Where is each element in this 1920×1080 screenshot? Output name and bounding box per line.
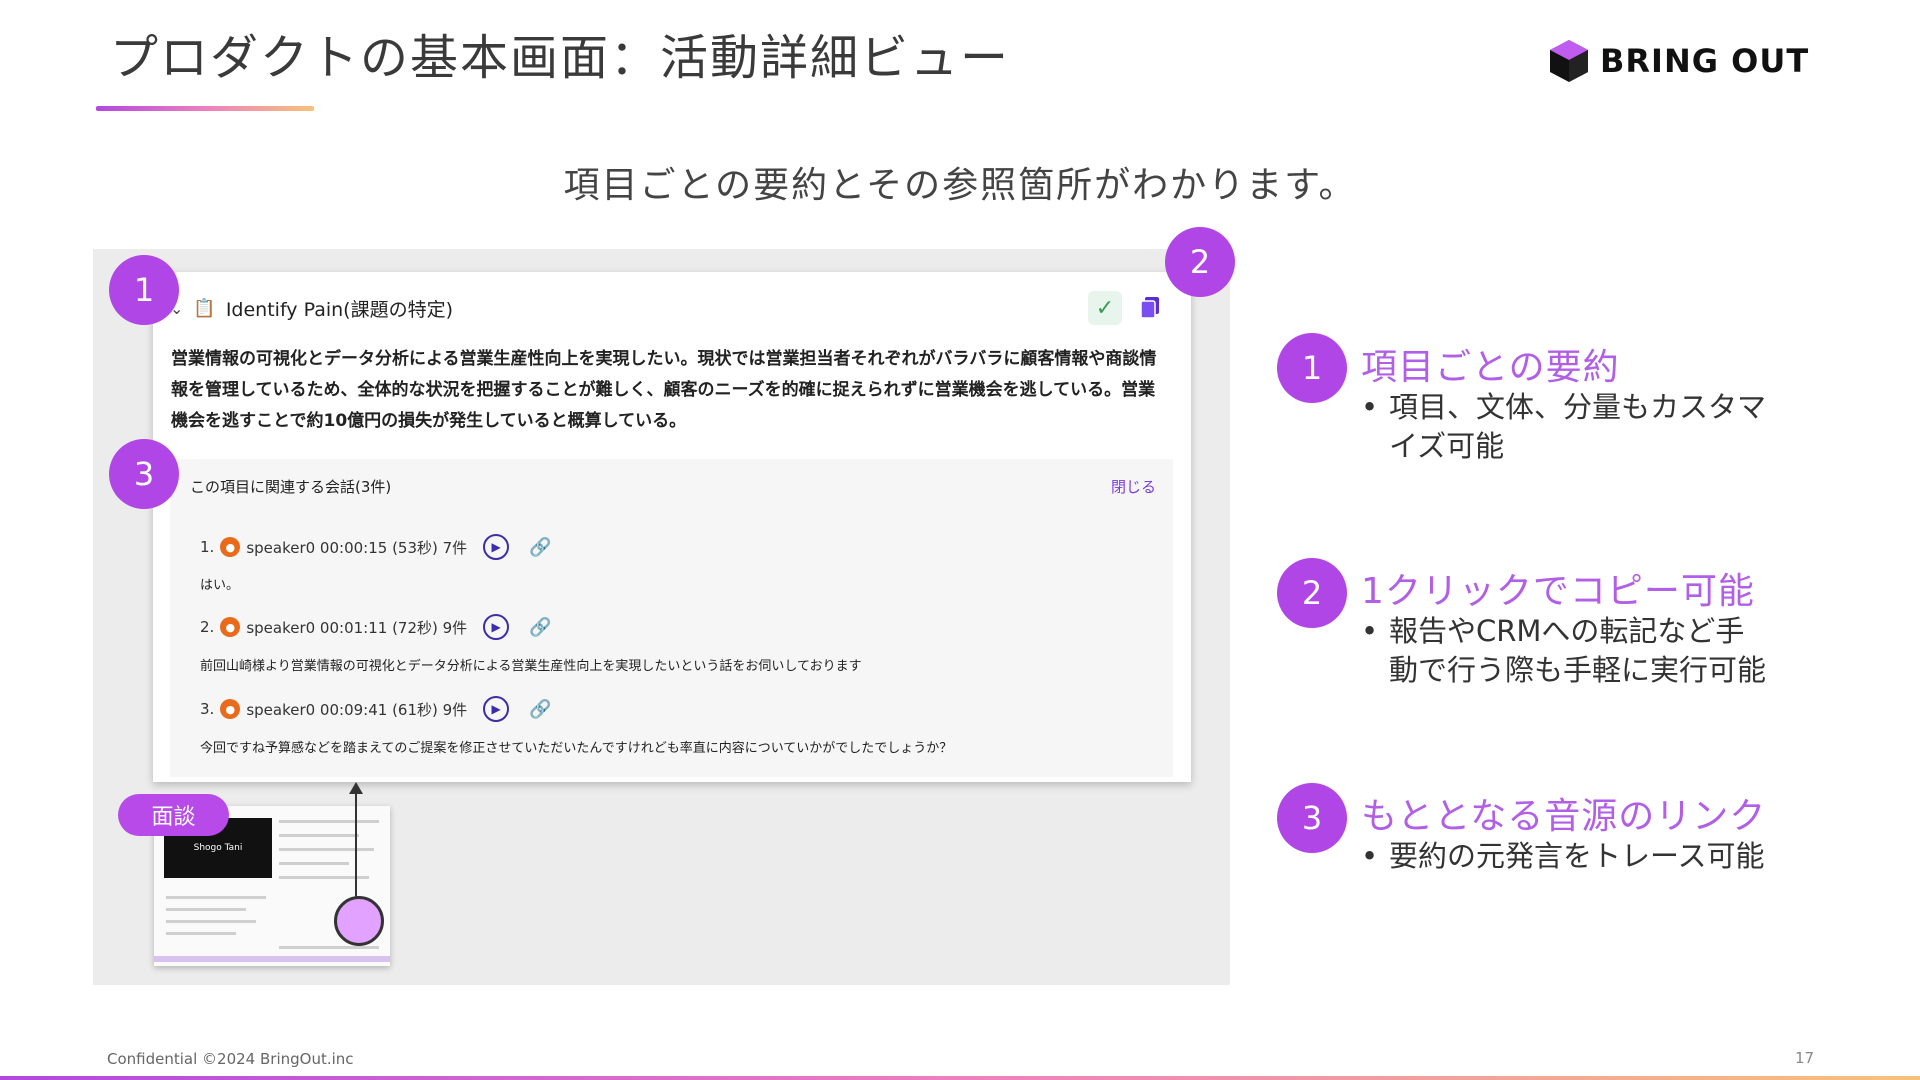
feature-title-2: 1クリックでコピー可能 xyxy=(1361,571,1755,612)
feature-badge-2: 2 xyxy=(1277,558,1347,628)
conversation-text: はい。 xyxy=(200,578,240,593)
feature-bullet-line: 動で行う際も手軽に実行可能 xyxy=(1389,653,1767,687)
speaker-icon: ● xyxy=(220,537,241,557)
check-icon[interactable]: ✓ xyxy=(1088,291,1122,325)
play-icon[interactable]: ▶ xyxy=(483,696,510,722)
conversation-item: 2. ● speaker0 00:01:11 (72秒) 9件 ▶ 🔗 xyxy=(200,611,552,643)
link-icon[interactable]: 🔗 xyxy=(529,617,551,638)
confidential-notice: Confidential ©2024 BringOut.inc xyxy=(107,1050,354,1068)
clipboard-icon: 📋 xyxy=(193,297,216,319)
feature-bullet-line: 要約の元発言をトレース可能 xyxy=(1389,839,1765,873)
speaker-icon: ● xyxy=(220,617,241,637)
conversation-text: 前回山崎様より営業情報の可視化とデータ分析による営業生産性向上を実現したいという… xyxy=(200,659,862,674)
brand-logo: BRING OUT xyxy=(1548,36,1809,86)
arrow-line xyxy=(355,790,357,906)
badge-2: 2 xyxy=(1165,227,1235,297)
conversation-meta: speaker0 00:00:15 (53秒) 7件 xyxy=(246,538,468,557)
conversation-index: 2. xyxy=(200,618,215,636)
close-link[interactable]: 閉じる xyxy=(1111,476,1156,497)
page-number: 17 xyxy=(1795,1049,1815,1067)
badge-1: 1 xyxy=(109,255,179,325)
feature-bullet-line: 報告やCRMへの転記など手 xyxy=(1389,614,1745,648)
slide-subtitle: 項目ごとの要約とその参照箇所がわかります。 xyxy=(563,165,1357,206)
conversation-text: 今回ですね予算感などを踏まえてのご提案を修正させていただいたんですけれども率直に… xyxy=(200,741,953,756)
feature-bullet-line: イズ可能 xyxy=(1389,429,1505,463)
conversation-meta: speaker0 00:01:11 (72秒) 9件 xyxy=(246,618,468,637)
feature-title-3: もととなる音源のリンク xyxy=(1361,796,1767,837)
conversation-index: 1. xyxy=(200,538,215,556)
feature-bullet-2: • 報告やCRMへの転記など手 動で行う際も手軽に実行可能 xyxy=(1361,614,1767,687)
link-icon[interactable]: 🔗 xyxy=(529,699,551,720)
logo-text: BRING OUT xyxy=(1600,42,1810,80)
conversation-item: 1. ● speaker0 00:00:15 (53秒) 7件 ▶ 🔗 xyxy=(200,531,552,563)
footer-bar xyxy=(0,1076,1920,1080)
link-icon[interactable]: 🔗 xyxy=(529,537,551,558)
highlight-circle xyxy=(334,896,384,946)
arrow-up-icon xyxy=(349,782,363,794)
conversation-index: 3. xyxy=(200,700,215,718)
feature-badge-1: 1 xyxy=(1277,333,1347,403)
feature-bullet-line: 項目、文体、分量もカスタマ xyxy=(1389,390,1767,424)
cube-logo-icon xyxy=(1550,40,1588,82)
speaker-icon: ● xyxy=(220,699,241,719)
feature-bullet-1: • 項目、文体、分量もカスタマ イズ可能 xyxy=(1361,390,1767,463)
interview-label: 面談 xyxy=(118,794,229,836)
slide-title: プロダクトの基本画面：活動詳細ビュー xyxy=(110,30,1011,86)
item-header[interactable]: ⌄ 📋 Identify Pain(課題の特定) xyxy=(170,290,453,326)
feature-bullet-3: • 要約の元発言をトレース可能 xyxy=(1361,837,1801,876)
feature-badge-3: 3 xyxy=(1277,783,1347,853)
feature-title-1: 項目ごとの要約 xyxy=(1361,347,1620,388)
related-title: この項目に関連する会話(3件) xyxy=(190,478,392,496)
copy-icon[interactable] xyxy=(1136,291,1164,325)
conversation-meta: speaker0 00:09:41 (61秒) 9件 xyxy=(246,700,468,719)
play-icon[interactable]: ▶ xyxy=(483,614,510,640)
item-title: Identify Pain(課題の特定) xyxy=(225,298,453,321)
play-icon[interactable]: ▶ xyxy=(483,534,510,560)
badge-3: 3 xyxy=(109,439,179,509)
conversation-item: 3. ● speaker0 00:09:41 (61秒) 9件 ▶ 🔗 xyxy=(200,693,552,725)
item-summary: 営業情報の可視化とデータ分析による営業生産性向上を実現したい。現状では営業担当者… xyxy=(171,349,1157,431)
title-underline xyxy=(96,106,314,111)
